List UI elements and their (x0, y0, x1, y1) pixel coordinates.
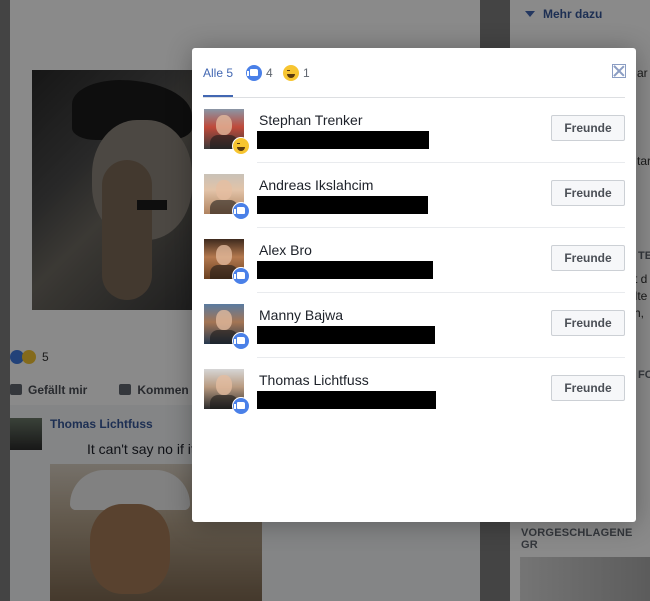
like-icon (232, 332, 250, 350)
tab-haha[interactable]: 1 (283, 61, 310, 96)
reaction-tabs: Alle 5 4 1 (203, 61, 625, 98)
redaction-bar (257, 326, 435, 344)
close-icon[interactable] (612, 64, 626, 78)
reactions-dialog: Alle 5 4 1 Stephan Trenker Freunde Andre… (192, 48, 636, 522)
person-name[interactable]: Alex Bro (259, 242, 312, 258)
list-item: Stephan Trenker Freunde (203, 97, 625, 162)
friends-button[interactable]: Freunde (551, 245, 625, 271)
tab-like-count: 4 (266, 66, 273, 80)
person-name[interactable]: Andreas Ikslahcim (259, 177, 373, 193)
like-icon (232, 397, 250, 415)
friends-button[interactable]: Freunde (551, 180, 625, 206)
person-name[interactable]: Manny Bajwa (259, 307, 343, 323)
redaction-bar (257, 131, 429, 149)
haha-icon (232, 137, 250, 155)
redaction-bar (257, 261, 433, 279)
like-icon (232, 202, 250, 220)
friends-button[interactable]: Freunde (551, 310, 625, 336)
list-item: Alex Bro Freunde (203, 227, 625, 292)
tab-all-label: Alle 5 (203, 66, 234, 80)
reactors-list: Stephan Trenker Freunde Andreas Ikslahci… (203, 97, 625, 422)
person-name[interactable]: Thomas Lichtfuss (259, 372, 369, 388)
friends-button[interactable]: Freunde (551, 375, 625, 401)
redaction-bar (257, 196, 428, 214)
like-icon (246, 65, 262, 81)
tab-haha-count: 1 (303, 66, 310, 80)
friends-button[interactable]: Freunde (551, 115, 625, 141)
redaction-bar (257, 391, 436, 409)
list-item: Manny Bajwa Freunde (203, 292, 625, 357)
haha-icon (283, 65, 299, 81)
tab-like[interactable]: 4 (246, 61, 273, 96)
person-name[interactable]: Stephan Trenker (259, 112, 363, 128)
list-item: Thomas Lichtfuss Freunde (203, 357, 625, 422)
tab-all[interactable]: Alle 5 (203, 61, 234, 97)
list-item: Andreas Ikslahcim Freunde (203, 162, 625, 227)
like-icon (232, 267, 250, 285)
